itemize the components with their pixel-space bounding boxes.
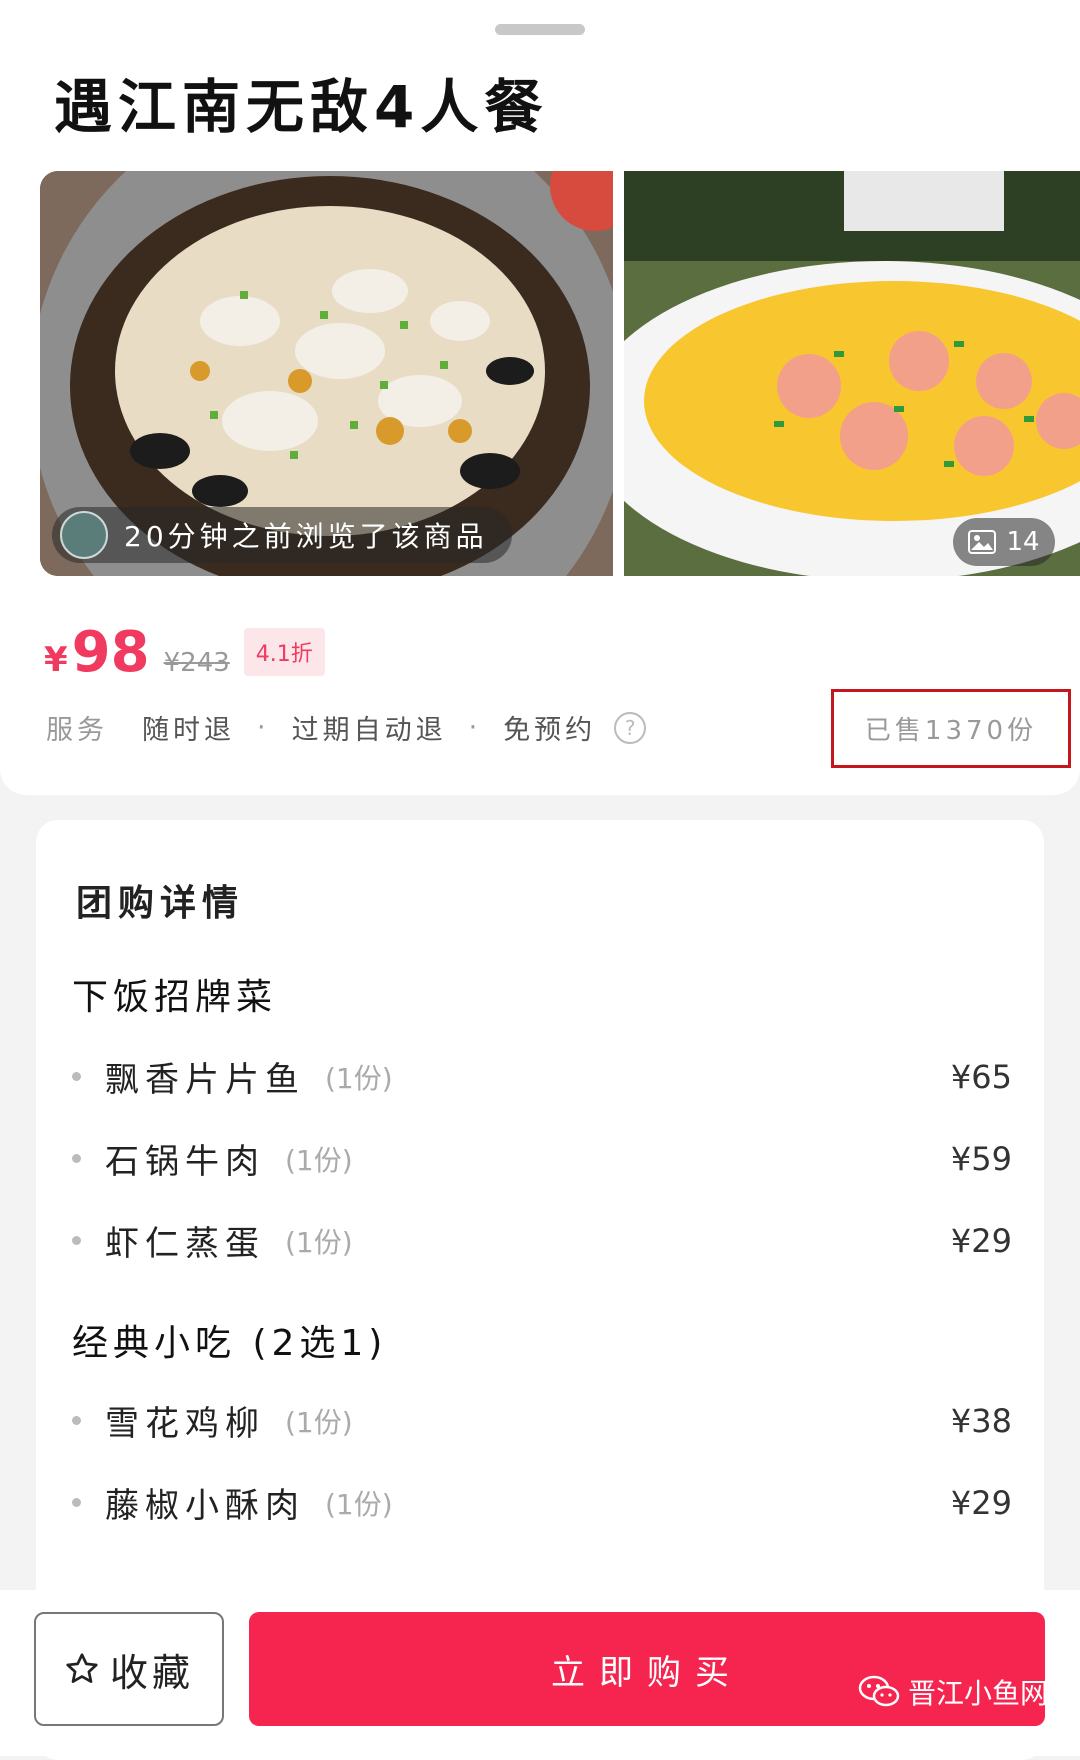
item-price: ¥29 xyxy=(950,1221,1012,1260)
bullet xyxy=(72,1236,81,1245)
sold-count-highlight: 已售1370份 xyxy=(831,689,1071,768)
service-row[interactable]: 服务 随时退 · 过期自动退 · 免预约 ? xyxy=(46,708,647,747)
question-circle-icon[interactable]: ? xyxy=(614,711,647,744)
service-item: 免预约 xyxy=(503,715,597,746)
current-price: 98 xyxy=(71,620,150,685)
item-name: 飘香片片鱼 xyxy=(105,1060,305,1100)
item-price: ¥59 xyxy=(950,1139,1012,1178)
item-name: 藤椒小酥肉 xyxy=(105,1486,305,1526)
item-qty: (1份) xyxy=(285,1405,353,1439)
service-item: 随时退 xyxy=(142,715,235,746)
avatar xyxy=(60,511,108,559)
group-title: 下饭招牌菜 xyxy=(72,977,278,1018)
item-name: 虾仁蒸蛋 xyxy=(105,1224,265,1264)
item-qty: (1份) xyxy=(285,1225,353,1259)
wechat-icon xyxy=(858,1675,900,1707)
image-count: 14 xyxy=(1006,527,1040,557)
list-item: 藤椒小酥肉 (1份) ¥29 xyxy=(72,1478,1012,1527)
browse-text: 20分钟之前浏览了该商品 xyxy=(124,520,488,553)
price-currency: ¥ xyxy=(44,640,68,680)
item-qty: (1份) xyxy=(285,1143,353,1177)
favorite-button[interactable]: 收藏 xyxy=(34,1612,224,1726)
details-title: 团购详情 xyxy=(76,883,245,924)
image-icon xyxy=(968,530,997,554)
item-price: ¥29 xyxy=(950,1483,1012,1522)
favorite-label: 收藏 xyxy=(109,1650,194,1695)
bullet xyxy=(72,1072,81,1081)
item-price: ¥38 xyxy=(950,1401,1012,1440)
list-item: 雪花鸡柳 (1份) ¥38 xyxy=(72,1396,1012,1445)
watermark: 晋江小鱼网 xyxy=(858,1672,1048,1712)
item-price: ¥65 xyxy=(950,1057,1012,1096)
product-card: 遇江南无敌4人餐 20分钟之前浏览了该商品 14 ¥ 98 ¥243 4.1折 … xyxy=(0,0,1080,795)
bullet xyxy=(72,1498,81,1507)
list-item: 石锅牛肉 (1份) ¥59 xyxy=(72,1134,1012,1183)
sold-count: 已售1370份 xyxy=(864,716,1038,746)
product-title: 遇江南无敌4人餐 xyxy=(54,73,549,141)
product-photo-egg[interactable] xyxy=(624,171,1080,576)
group-title: 经典小吃 (2选1) xyxy=(72,1323,388,1364)
separator-dot: · xyxy=(257,712,270,743)
drag-handle[interactable] xyxy=(495,24,585,35)
item-qty: (1份) xyxy=(325,1061,393,1095)
list-item: 飘香片片鱼 (1份) ¥65 xyxy=(72,1052,1012,1101)
discount-badge: 4.1折 xyxy=(243,628,325,676)
recent-browse-badge: 20分钟之前浏览了该商品 xyxy=(52,507,512,563)
service-label: 服务 xyxy=(46,715,108,746)
item-name: 雪花鸡柳 xyxy=(105,1404,265,1444)
buy-label: 立即购买 xyxy=(551,1652,743,1693)
separator-dot: · xyxy=(468,712,482,743)
watermark-text: 晋江小鱼网 xyxy=(908,1677,1049,1710)
bottom-action-bar: 收藏 立即购买 晋江小鱼网 xyxy=(0,1590,1080,1756)
list-item: 虾仁蒸蛋 (1份) ¥29 xyxy=(72,1216,1012,1265)
bullet xyxy=(72,1416,81,1425)
service-item: 过期自动退 xyxy=(291,715,447,746)
bullet xyxy=(72,1154,81,1163)
star-outline-icon xyxy=(66,1653,98,1683)
original-price: ¥243 xyxy=(163,648,230,678)
egg-dish-image xyxy=(624,171,1080,576)
image-count-badge[interactable]: 14 xyxy=(953,518,1055,566)
item-qty: (1份) xyxy=(325,1487,393,1521)
item-name: 石锅牛肉 xyxy=(105,1142,265,1182)
price-row: ¥ 98 ¥243 4.1折 xyxy=(44,620,325,686)
